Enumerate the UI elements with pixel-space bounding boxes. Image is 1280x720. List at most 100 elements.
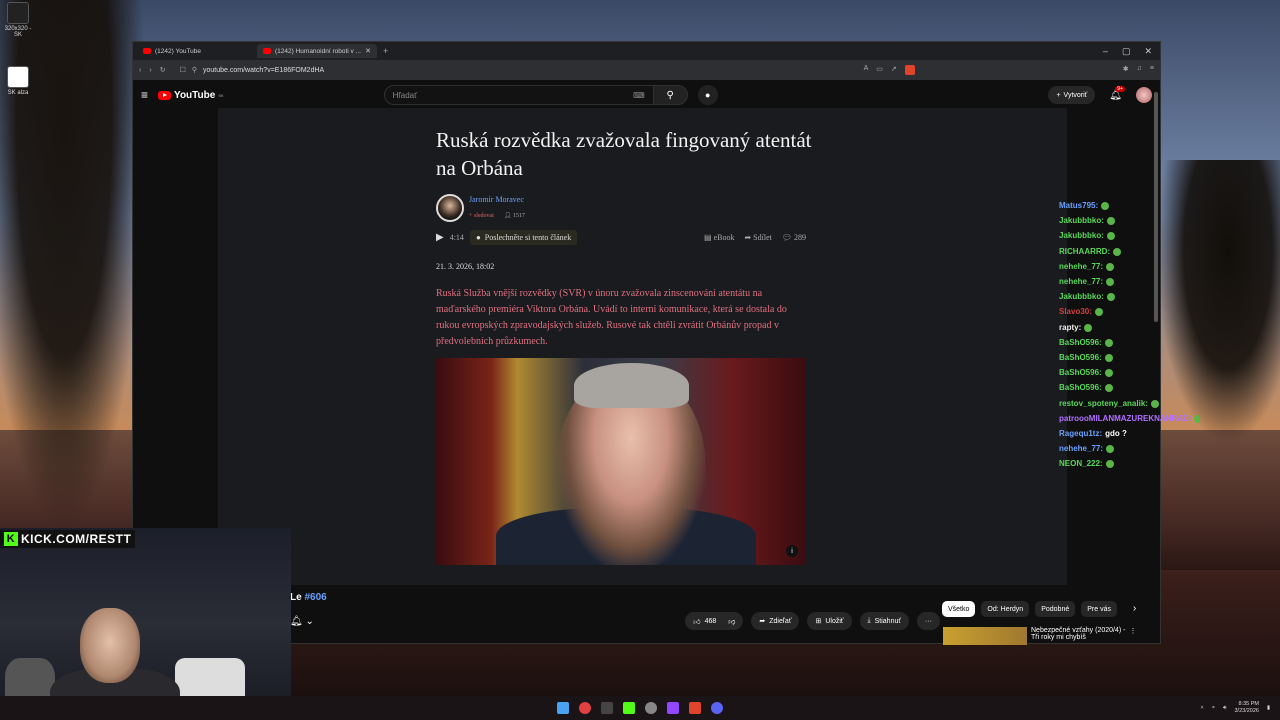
cast-icon[interactable]: ▭ bbox=[876, 65, 883, 75]
chip-for-you[interactable]: Pre vás bbox=[1081, 601, 1117, 617]
chat-message: Jakubbbko: bbox=[1059, 289, 1199, 304]
chat-username[interactable]: nehehe_77: bbox=[1059, 262, 1103, 271]
hamburger-menu-icon[interactable]: ≡ bbox=[141, 88, 148, 102]
video-player[interactable]: Ruská rozvědka zvažovala fingovaný atent… bbox=[218, 108, 1067, 585]
notification-center-icon[interactable]: ▮ bbox=[1267, 705, 1270, 711]
chat-username[interactable]: Jakubbbko: bbox=[1059, 292, 1104, 301]
volume-icon[interactable]: 🔊︎ bbox=[1223, 705, 1226, 712]
stream-chat: Matus795: Jakubbbko: Jakubbbko: RICHAARRD: n… bbox=[1059, 198, 1199, 472]
chat-username[interactable]: Jakubbbko: bbox=[1059, 216, 1104, 225]
video-actions: 🔔︎ ⌄ 👍︎ 468 👎︎ ➦ Zdieľať ⊞ Uložiť ⤓ Stia… bbox=[290, 610, 940, 632]
new-tab-button[interactable]: + bbox=[383, 46, 388, 56]
tab-active-video[interactable]: (1242) Humanoidní roboti v ... ✕ bbox=[257, 44, 377, 58]
chat-username[interactable]: nehehe_77: bbox=[1059, 444, 1103, 453]
chat-emote-icon bbox=[1106, 445, 1115, 454]
voice-search-button[interactable]: ● bbox=[697, 85, 718, 105]
chat-username[interactable]: patroooMILANMAZUREKNAHRAD: bbox=[1059, 414, 1191, 423]
chat-emote-icon bbox=[1106, 232, 1115, 241]
author-row: Jaromír Moravec + sledovat 👤︎ 1517 bbox=[436, 194, 525, 222]
chat-username[interactable]: rapty: bbox=[1059, 323, 1081, 332]
chat-username[interactable]: Matus795: bbox=[1059, 201, 1098, 210]
share-button[interactable]: ➦ Zdieľať bbox=[751, 612, 800, 630]
translate-icon[interactable]: A bbox=[864, 65, 869, 75]
chat-emote-icon bbox=[1101, 201, 1110, 210]
clock[interactable]: 8:35 PM 3/23/2026 bbox=[1235, 701, 1259, 715]
chat-username[interactable]: BaShO596: bbox=[1059, 353, 1102, 362]
chat-username[interactable]: nehehe_77: bbox=[1059, 277, 1103, 286]
search-button[interactable]: ⚲ bbox=[653, 85, 688, 105]
share-label: ➦ Sdílet bbox=[744, 233, 772, 242]
recommended-thumbnail[interactable] bbox=[943, 627, 1027, 645]
hashtag-link[interactable]: #606 bbox=[304, 592, 326, 603]
youtube-logo[interactable]: YouTube SK bbox=[158, 90, 224, 101]
chat-username[interactable]: RICHAARRD: bbox=[1059, 247, 1110, 256]
chat-message: restov_spoteny_analik: bbox=[1059, 396, 1199, 411]
site-info-icon[interactable]: ⚲ bbox=[192, 66, 197, 74]
tab-youtube[interactable]: (1242) YouTube bbox=[137, 44, 257, 58]
desktop-icon-1[interactable]: 320x320 - SK bbox=[4, 2, 32, 38]
kick-app-icon[interactable] bbox=[623, 702, 635, 714]
maximize-icon[interactable]: ▢ bbox=[1122, 46, 1131, 57]
chevron-right-icon[interactable]: › bbox=[1133, 601, 1136, 617]
thumbs-down-icon[interactable]: 👎︎ bbox=[728, 617, 735, 626]
chat-username[interactable]: restov_spoteny_analik: bbox=[1059, 399, 1148, 408]
download-button[interactable]: ⤓ Stiahnuť bbox=[859, 612, 909, 630]
twitch-icon[interactable] bbox=[667, 702, 679, 714]
chat-message: Slavo30: bbox=[1059, 304, 1199, 319]
subscribe-bell-icon[interactable]: 🔔︎ ⌄ bbox=[290, 616, 314, 627]
save-button[interactable]: ⊞ Uložiť bbox=[807, 612, 852, 630]
youtube-play-icon bbox=[158, 90, 172, 100]
chat-text: gdo ? bbox=[1105, 429, 1127, 439]
share-page-icon[interactable]: ↗ bbox=[891, 65, 897, 75]
more-actions-button[interactable]: ··· bbox=[917, 612, 940, 630]
reload-icon[interactable]: ↻ bbox=[160, 66, 166, 74]
chat-username[interactable]: BaShO596: bbox=[1059, 383, 1102, 392]
more-vert-icon[interactable]: ⋮ bbox=[1129, 627, 1136, 645]
forward-icon[interactable]: › bbox=[149, 67, 151, 74]
maps-icon[interactable] bbox=[579, 702, 591, 714]
desktop-icon-2[interactable]: SK alza bbox=[4, 66, 32, 96]
chip-all[interactable]: Všetko bbox=[942, 601, 976, 617]
keyboard-icon[interactable]: ⌨ bbox=[633, 91, 645, 100]
close-window-icon[interactable]: ✕ bbox=[1144, 46, 1152, 57]
notifications-button[interactable]: 🔔︎ 9+ bbox=[1109, 85, 1125, 101]
like-button[interactable]: 👍︎ 468 👎︎ bbox=[685, 612, 744, 630]
article-title: Ruská rozvědka zvažovala fingovaný atent… bbox=[436, 128, 812, 180]
chat-username[interactable]: Slavo30: bbox=[1059, 307, 1092, 316]
search-input[interactable]: Hľadať ⌨ bbox=[383, 85, 654, 105]
start-icon[interactable] bbox=[557, 702, 569, 714]
url-field[interactable]: ☐ ⚲ youtube.com/watch?v=E186FOM2dHA bbox=[174, 63, 856, 77]
microphone-icon: ● bbox=[704, 90, 711, 100]
brave-shield-icon[interactable] bbox=[904, 65, 915, 75]
back-icon[interactable]: ‹ bbox=[139, 67, 141, 74]
close-tab-icon[interactable]: ✕ bbox=[365, 47, 371, 55]
chat-username[interactable]: Jakubbbko: bbox=[1059, 231, 1104, 240]
follow-link: + sledovat bbox=[469, 212, 494, 219]
chat-username[interactable]: BaShO596: bbox=[1059, 338, 1102, 347]
network-icon[interactable]: ◓ bbox=[1212, 705, 1215, 711]
chat-username[interactable]: NEON_222: bbox=[1059, 459, 1103, 468]
bookmark-icon[interactable]: ☐ bbox=[180, 66, 186, 74]
chip-from-channel[interactable]: Od: Herdyn bbox=[981, 601, 1030, 617]
chat-username[interactable]: Ragequ1tz: bbox=[1059, 429, 1102, 438]
brave-icon[interactable] bbox=[689, 702, 701, 714]
minimize-icon[interactable]: – bbox=[1103, 46, 1108, 57]
tray-chevron-icon[interactable]: ˄ bbox=[1200, 705, 1203, 711]
chat-username[interactable]: BaShO596: bbox=[1059, 368, 1102, 377]
obs-icon[interactable] bbox=[645, 702, 657, 714]
streamer-face bbox=[80, 608, 140, 683]
discord-icon[interactable] bbox=[711, 702, 723, 714]
recommended-video[interactable]: Nebezpečné vzťahy (2020/4) - Tři roky mi… bbox=[943, 627, 1143, 645]
xbox-icon[interactable] bbox=[601, 702, 613, 714]
extensions-icon[interactable]: ✱ bbox=[1123, 65, 1129, 75]
playlist-icon[interactable]: ♫ bbox=[1137, 65, 1142, 75]
youtube-favicon-icon bbox=[143, 48, 151, 54]
chat-message: nehehe_77: bbox=[1059, 441, 1199, 456]
create-button[interactable]: + Vytvoriť bbox=[1048, 86, 1096, 104]
account-avatar[interactable] bbox=[1136, 87, 1152, 103]
chat-message: Jakubbbko: bbox=[1059, 213, 1199, 228]
chip-related[interactable]: Podobné bbox=[1035, 601, 1076, 617]
address-bar: ‹ › ↻ ☐ ⚲ youtube.com/watch?v=E186FOM2dH… bbox=[133, 60, 1160, 80]
plus-icon: + bbox=[1056, 91, 1061, 99]
menu-icon[interactable]: ≡ bbox=[1150, 65, 1154, 75]
